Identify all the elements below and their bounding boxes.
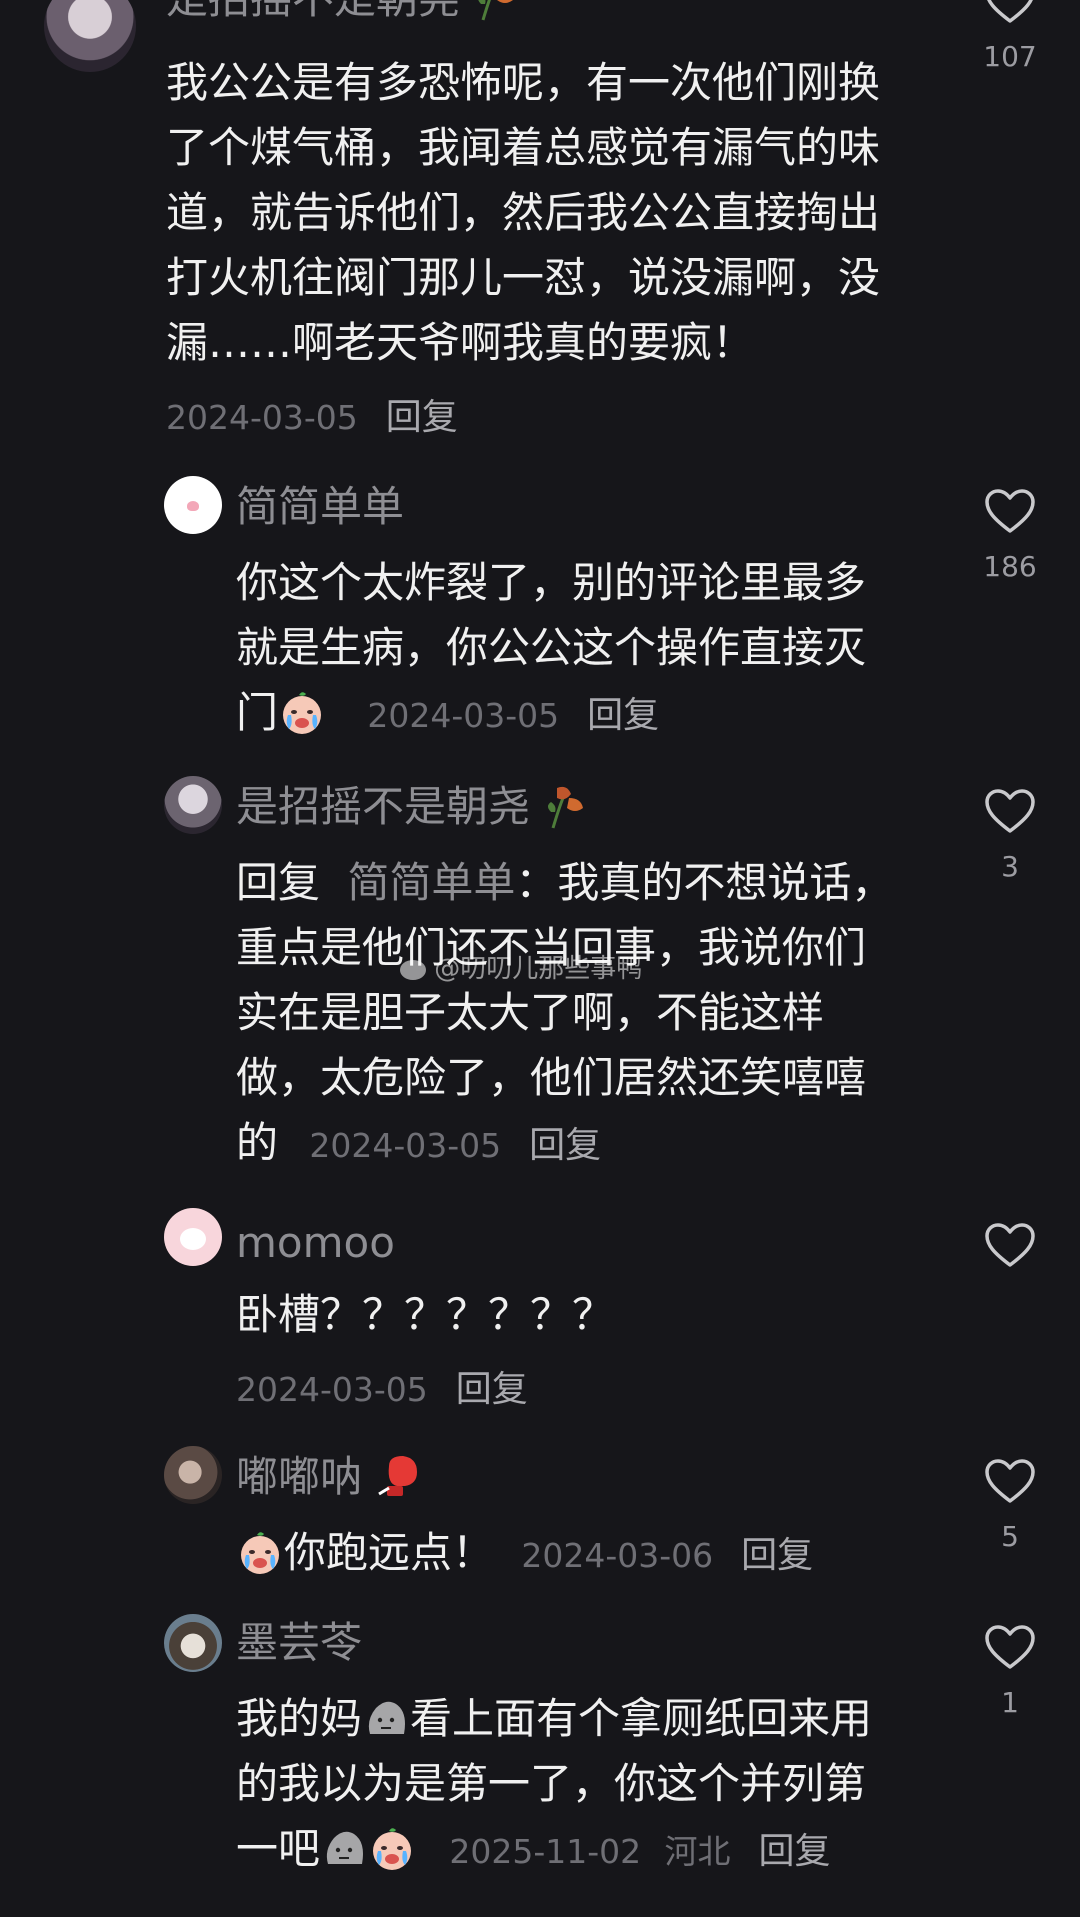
avatar[interactable] <box>164 1208 222 1266</box>
reply-button[interactable]: 回复 <box>741 1535 813 1576</box>
like-button[interactable]: 5 <box>980 1458 1040 1553</box>
comment-date: 2025-11-02 <box>449 1832 642 1871</box>
comment-date: 2024-03-05 <box>166 398 358 437</box>
username[interactable]: momoo <box>236 1218 395 1268</box>
username[interactable]: 简简单单 <box>236 482 404 532</box>
like-button[interactable]: 107 <box>980 0 1040 73</box>
avatar[interactable] <box>164 1614 222 1672</box>
comment-text: 卧槽？？？？？？？ <box>236 1290 615 1339</box>
heart-outline-icon <box>984 488 1036 534</box>
heart-outline-icon <box>984 788 1036 834</box>
like-count: 107 <box>983 40 1037 73</box>
like-button[interactable]: 186 <box>980 488 1040 583</box>
wilted-flower-emoji <box>473 0 521 22</box>
like-button[interactable] <box>980 1222 1040 1268</box>
username[interactable]: 墨芸苓 <box>236 1618 362 1668</box>
heart-outline-icon <box>984 0 1036 24</box>
comment-meta: 2024-03-05 回复 <box>236 1360 528 1412</box>
reply-button[interactable]: 回复 <box>587 695 659 736</box>
boxing-glove-emoji <box>375 1452 423 1500</box>
crying-face-emoji <box>278 688 326 736</box>
comment-text: 我公公是有多恐怖呢，有一次他们刚换 了个煤气桶，我闻着总感觉有漏气的味 道，就告… <box>166 58 881 367</box>
reply-target-user[interactable]: 简简单单 <box>347 858 515 907</box>
reply-button[interactable]: 回复 <box>456 1369 528 1410</box>
stone-face-emoji <box>320 1824 368 1872</box>
stone-face-emoji <box>362 1694 410 1742</box>
weibo-icon <box>400 960 426 980</box>
comment-text: 我的妈 看上面有个拿厕纸回来用 的我以为是第一了，你这个并列第 一吧 2025-1… <box>236 1694 873 1873</box>
like-button[interactable]: 1 <box>980 1624 1040 1719</box>
like-button[interactable]: 3 <box>980 788 1040 883</box>
crying-face-emoji <box>236 1528 284 1576</box>
like-count: 5 <box>1001 1520 1019 1553</box>
avatar[interactable] <box>164 776 222 834</box>
reply-button[interactable]: 回复 <box>529 1125 601 1166</box>
avatar[interactable] <box>164 476 222 534</box>
comment-text: 回复 简简单单：我真的不想说话， 重点是他们还不当回事，我说你们 实在是胆子太大… <box>236 858 894 1167</box>
comment-meta: 2024-03-05 回复 <box>166 388 458 440</box>
comment-location: 河北 <box>664 1832 731 1871</box>
heart-outline-icon <box>984 1624 1036 1670</box>
avatar[interactable] <box>44 0 136 72</box>
heart-outline-icon <box>984 1458 1036 1504</box>
comment-text: 你这个太炸裂了，别的评论里最多 就是生病，你公公这个操作直接灭 门 2024-0… <box>236 558 867 737</box>
like-count: 1 <box>1001 1686 1019 1719</box>
wilted-flower-emoji <box>543 782 591 830</box>
like-count: 186 <box>983 550 1037 583</box>
comment-date: 2024-03-05 <box>367 696 560 735</box>
avatar[interactable] <box>164 1446 222 1504</box>
like-count: 3 <box>1001 850 1019 883</box>
username[interactable]: 是招摇不是朝尧 <box>236 782 591 832</box>
comment-date: 2024-03-06 <box>521 1536 714 1575</box>
comment-date: 2024-03-05 <box>309 1126 502 1165</box>
username[interactable]: 嘟嘟呐 <box>236 1452 423 1502</box>
reply-button[interactable]: 回复 <box>386 397 458 438</box>
watermark: @叨叨儿那些事鸭 <box>400 948 642 985</box>
crying-face-emoji <box>368 1824 416 1872</box>
reply-button[interactable]: 回复 <box>759 1831 831 1872</box>
username[interactable]: 是招摇不是朝尧 <box>166 0 521 24</box>
comment-date: 2024-03-05 <box>236 1370 428 1409</box>
heart-outline-icon <box>984 1222 1036 1268</box>
comment-text: 你跑远点！ 2024-03-06 回复 <box>236 1520 956 1588</box>
